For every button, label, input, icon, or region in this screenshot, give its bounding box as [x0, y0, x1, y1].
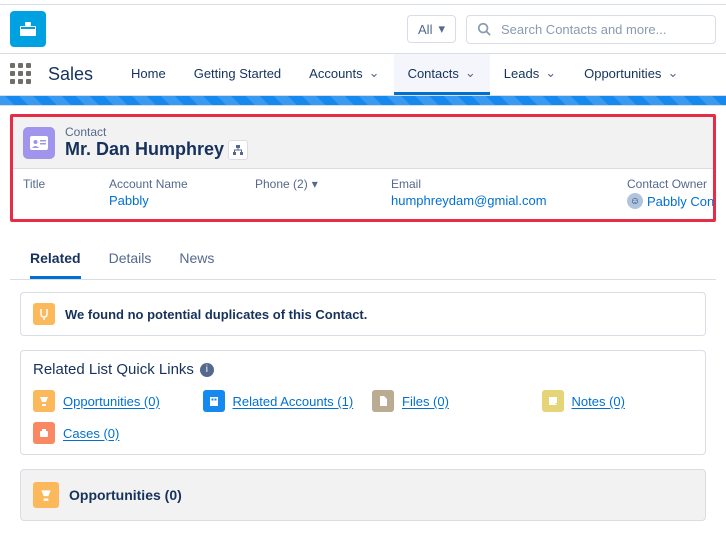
record-header-highlight: Contact Mr. Dan Humphrey Title Account N…	[10, 114, 716, 222]
field-value-email[interactable]: humphreydam@gmial.com	[391, 193, 621, 208]
search-scope-label: All	[418, 22, 432, 37]
duplicates-message: We found no potential duplicates of this…	[65, 307, 367, 322]
global-header: All ▾	[0, 5, 726, 54]
field-label-account: Account Name	[109, 177, 249, 191]
hierarchy-button[interactable]	[228, 140, 248, 160]
hierarchy-icon	[233, 145, 243, 155]
app-launcher-icon[interactable]	[10, 63, 34, 87]
related-list-quick-links-card: Related List Quick Links i Opportunities…	[20, 350, 706, 455]
field-label-email: Email	[391, 177, 621, 191]
search-input[interactable]	[501, 22, 705, 37]
record-name: Mr. Dan Humphrey	[65, 139, 224, 160]
search-icon	[477, 22, 491, 36]
opportunities-related-list[interactable]: Opportunities (0)	[20, 469, 706, 521]
nav-bar: Sales Home Getting Started Accounts⌄ Con…	[0, 54, 726, 96]
briefcase-icon	[18, 20, 38, 38]
field-label-owner: Contact Owner	[627, 177, 726, 191]
nav-item-getting-started[interactable]: Getting Started	[180, 54, 295, 95]
field-label-phone[interactable]: Phone (2) ▾	[255, 177, 385, 191]
opportunity-icon	[33, 390, 55, 412]
object-type-label: Contact	[65, 125, 248, 139]
quicklink-files[interactable]: Files (0)	[372, 390, 524, 412]
tab-details[interactable]: Details	[109, 250, 152, 279]
quicklink-cases[interactable]: Cases (0)	[33, 422, 185, 444]
contact-object-icon	[23, 127, 55, 159]
field-value-account[interactable]: Pabbly	[109, 193, 249, 208]
opportunities-list-title: Opportunities (0)	[69, 487, 182, 503]
nav-items: Home Getting Started Accounts⌄ Contacts⌄…	[117, 54, 692, 95]
nav-item-leads[interactable]: Leads⌄	[490, 54, 570, 95]
info-icon[interactable]: i	[200, 363, 214, 377]
quicklink-notes[interactable]: Notes (0)	[542, 390, 694, 412]
owner-avatar-icon: ☺	[627, 193, 643, 209]
chevron-down-icon: ⌄	[369, 65, 380, 81]
search-scope-selector[interactable]: All ▾	[407, 15, 456, 43]
app-name: Sales	[48, 64, 93, 85]
chevron-down-icon: ▾	[438, 21, 445, 37]
nav-item-accounts[interactable]: Accounts⌄	[295, 54, 393, 95]
quicklink-related-accounts[interactable]: Related Accounts (1)	[203, 390, 355, 412]
file-icon	[372, 390, 394, 412]
chevron-down-icon: ▾	[312, 177, 318, 191]
nav-item-opportunities[interactable]: Opportunities⌄	[570, 54, 692, 95]
detail-tabs: Related Details News	[10, 234, 716, 280]
rlql-title: Related List Quick Links	[33, 361, 194, 378]
nav-item-contacts[interactable]: Contacts⌄	[394, 54, 490, 95]
global-search[interactable]	[466, 15, 716, 44]
merge-icon	[33, 303, 55, 325]
note-icon	[542, 390, 564, 412]
tab-related[interactable]: Related	[30, 250, 81, 279]
chevron-down-icon: ⌄	[545, 65, 556, 81]
field-label-title: Title	[23, 177, 103, 191]
nav-item-home[interactable]: Home	[117, 54, 180, 95]
account-icon	[203, 390, 225, 412]
chevron-down-icon: ⌄	[667, 65, 678, 81]
duplicates-card: We found no potential duplicates of this…	[20, 292, 706, 336]
field-value-owner[interactable]: Pabbly Con	[647, 194, 714, 209]
decorative-strip	[0, 96, 726, 106]
quicklink-opportunities[interactable]: Opportunities (0)	[33, 390, 185, 412]
opportunity-icon	[33, 482, 59, 508]
chevron-down-icon: ⌄	[465, 65, 476, 81]
case-icon	[33, 422, 55, 444]
tab-news[interactable]: News	[179, 250, 214, 279]
app-logo[interactable]	[10, 11, 46, 47]
